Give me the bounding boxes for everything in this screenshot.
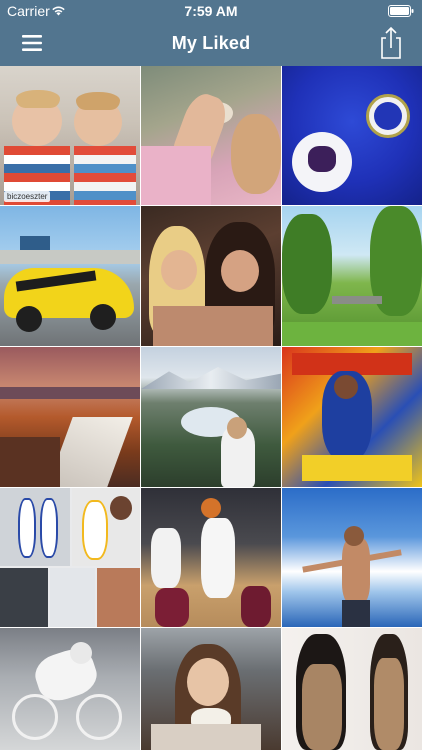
share-icon[interactable]: [378, 26, 404, 60]
photo-tile[interactable]: [0, 347, 140, 487]
photo-tile[interactable]: [141, 206, 281, 346]
status-time: 7:59 AM: [184, 3, 238, 19]
battery-icon: [388, 5, 414, 17]
photo-tile[interactable]: [141, 488, 281, 627]
photo-tile[interactable]: [282, 347, 422, 487]
photo-tile[interactable]: [141, 347, 281, 487]
photo-tile[interactable]: [282, 66, 422, 205]
photo-tile[interactable]: [141, 628, 281, 750]
photo-tile[interactable]: [282, 488, 422, 627]
photo-tile[interactable]: biczoeszter: [0, 66, 140, 205]
photo-tile[interactable]: [141, 66, 281, 205]
photo-tile[interactable]: [282, 628, 422, 750]
photo-tile[interactable]: [282, 206, 422, 346]
photo-tile[interactable]: [0, 488, 140, 627]
photo-caption: biczoeszter: [4, 191, 51, 202]
status-bar: Carrier 7:59 AM: [0, 0, 422, 22]
photo-tile[interactable]: [0, 628, 140, 750]
page-title: My Liked: [171, 33, 251, 53]
photo-tile[interactable]: [0, 206, 140, 346]
hamburger-menu-icon[interactable]: [20, 32, 44, 54]
navigation-bar: My Liked: [0, 22, 422, 66]
liked-photos-grid: biczoeszter: [0, 66, 422, 750]
app-header: Carrier 7:59 AM My Liked: [0, 0, 422, 66]
